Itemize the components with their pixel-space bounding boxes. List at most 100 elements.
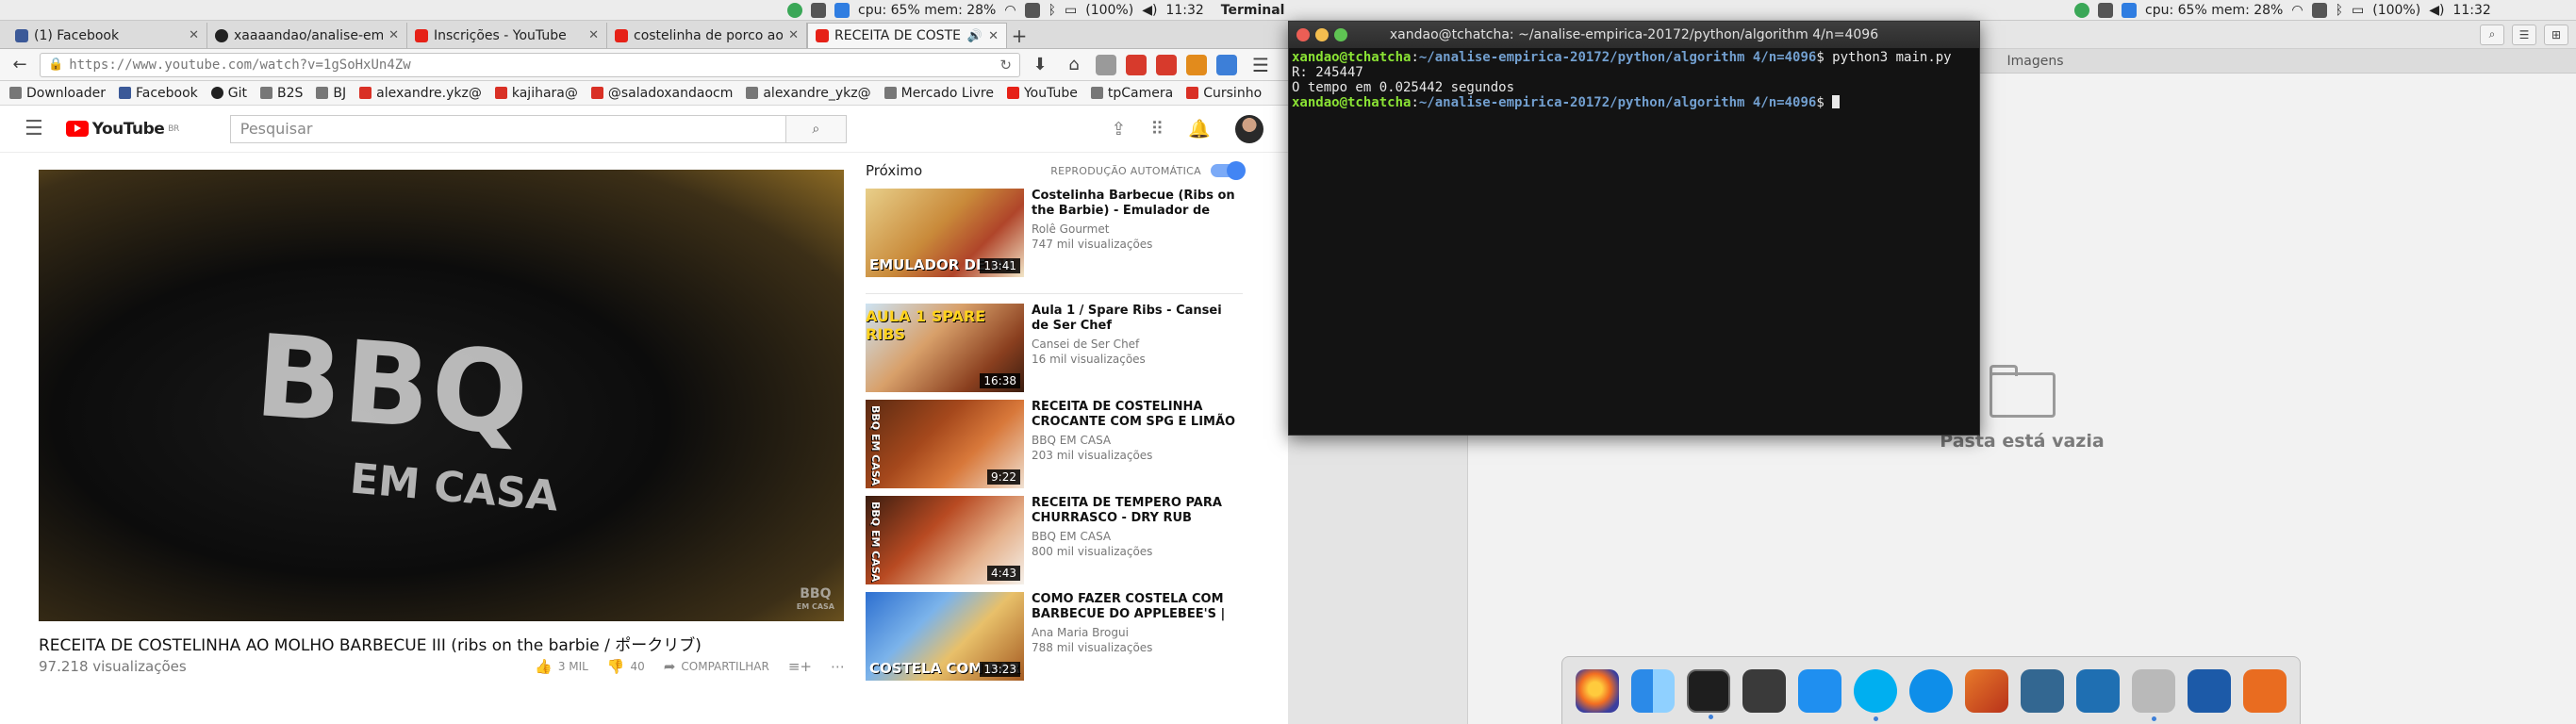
bookmark-item[interactable]: BJ: [316, 86, 346, 101]
file-manager-icon[interactable]: [2131, 668, 2175, 721]
terminal-window[interactable]: xandao@tchatcha: ~/analise-empirica-2017…: [1288, 21, 1980, 436]
dropbox-status-icon-right[interactable]: [2098, 3, 2113, 18]
active-app-name[interactable]: Terminal: [1221, 3, 1285, 18]
close-icon[interactable]: ✕: [388, 28, 399, 42]
teamviewer-status-icon[interactable]: [834, 3, 850, 18]
search-icon[interactable]: ⌕: [2480, 24, 2504, 45]
speaker-icon[interactable]: 🔊: [967, 29, 983, 43]
search-button[interactable]: ⌕: [785, 114, 847, 143]
close-icon[interactable]: ✕: [189, 28, 199, 42]
firefox-icon[interactable]: [1576, 668, 1620, 713]
recommendation-channel[interactable]: Cansei de Ser Chef: [1032, 337, 1243, 351]
wifi-icon[interactable]: ◠: [1004, 3, 1016, 18]
dislike-button[interactable]: 👎 40: [607, 658, 645, 675]
hamburger-menu-icon[interactable]: ☰: [1252, 54, 1269, 76]
teamviewer-status-icon-right[interactable]: [2122, 3, 2137, 18]
bluetooth-icon-right[interactable]: ᛒ: [2336, 3, 2343, 18]
close-window-button[interactable]: [1296, 28, 1310, 41]
more-actions-button[interactable]: ⋯: [831, 658, 845, 675]
add-to-playlist-button[interactable]: ≡+: [788, 658, 812, 675]
bookmark-item[interactable]: Cursinho: [1186, 86, 1262, 101]
browser-tab[interactable]: (1) Facebook ✕: [8, 23, 207, 48]
download-icon[interactable]: ⬇: [1028, 53, 1052, 77]
postgresql-icon[interactable]: [2020, 668, 2064, 713]
browser-tab-active[interactable]: RECEITA DE COSTEL 🔊 ✕: [807, 23, 1007, 48]
battery-icon-right[interactable]: ▭: [2352, 3, 2364, 18]
browser-tab[interactable]: Inscrições - YouTube ✕: [407, 23, 607, 48]
bookmark-item[interactable]: Downloader: [9, 86, 106, 101]
terminal-output[interactable]: xandao@tchatcha:~/analise-empirica-20172…: [1289, 48, 1979, 112]
view-list-icon[interactable]: ☰: [2512, 24, 2536, 45]
guide-menu-icon[interactable]: ☰: [25, 117, 43, 140]
autoplay-toggle[interactable]: [1211, 161, 1246, 180]
notifications-bell-icon[interactable]: 🔔: [1188, 118, 1211, 140]
recommendation-item[interactable]: EMULADOR DE OU 13:41 Costelinha Barbecue…: [866, 189, 1243, 294]
bookmark-item[interactable]: tpCamera: [1090, 86, 1173, 101]
terminal-icon[interactable]: [1687, 668, 1731, 719]
volume-icon[interactable]: ◀): [1142, 3, 1157, 18]
extension-icon[interactable]: [1096, 54, 1116, 75]
autoplay-control[interactable]: REPRODUÇÃO AUTOMÁTICA: [1050, 161, 1246, 180]
extension-icon[interactable]: [1216, 54, 1237, 75]
volume-icon-right[interactable]: ◀): [2429, 3, 2444, 18]
dropbox-status-icon[interactable]: [811, 3, 826, 18]
virtualbox-icon[interactable]: [2187, 668, 2231, 713]
bookmark-item[interactable]: kajihara@: [494, 86, 578, 101]
maximize-window-button[interactable]: [1334, 28, 1347, 41]
view-grid-icon[interactable]: ⊞: [2544, 24, 2568, 45]
video-thumbnail[interactable]: AULA 1 SPARE RIBS 16:38: [866, 304, 1024, 392]
close-icon[interactable]: ✕: [788, 28, 799, 42]
video-thumbnail[interactable]: BBQ EM CASA 4:43: [866, 496, 1024, 584]
recommendation-channel[interactable]: BBQ EM CASA: [1032, 434, 1243, 447]
video-thumbnail[interactable]: COSTELA COM BAR 13:23: [866, 592, 1024, 681]
terminal-titlebar[interactable]: xandao@tchatcha: ~/analise-empirica-2017…: [1289, 22, 1979, 48]
search-input[interactable]: Pesquisar: [229, 114, 786, 143]
new-tab-button[interactable]: +: [1007, 23, 1032, 48]
bookmark-item[interactable]: alexandre.ykz@: [359, 86, 482, 101]
youtube-logo[interactable]: YouTube BR: [65, 120, 179, 139]
recommendation-item[interactable]: AULA 1 SPARE RIBS 16:38 Aula 1 / Spare R…: [866, 304, 1243, 398]
close-icon[interactable]: ✕: [588, 28, 599, 42]
update-icon-right[interactable]: [2074, 3, 2089, 18]
reload-icon[interactable]: ↻: [999, 57, 1012, 74]
code-editor-icon[interactable]: [1742, 668, 1787, 713]
recommendation-title[interactable]: RECEITA DE COSTELINHA CROCANTE COM SPG E…: [1032, 400, 1243, 430]
video-player[interactable]: BBQ EM CASA BBQ EM CASA: [39, 170, 844, 621]
back-button[interactable]: ←: [8, 53, 32, 77]
upload-icon[interactable]: ⇪: [1111, 119, 1126, 140]
recommendation-channel[interactable]: Ana Maria Brogui: [1032, 626, 1243, 639]
bookmark-item[interactable]: YouTube: [1006, 86, 1078, 101]
recommendation-channel[interactable]: BBQ EM CASA: [1032, 530, 1243, 543]
dropbox-icon[interactable]: [1798, 668, 1842, 713]
close-icon[interactable]: ✕: [988, 29, 999, 43]
teamviewer-icon[interactable]: [1908, 668, 1953, 713]
browser-tab[interactable]: xaaaandao/analise-em ✕: [207, 23, 407, 48]
video-thumbnail[interactable]: BBQ EM CASA 9:22: [866, 400, 1024, 488]
battery-icon[interactable]: ▭: [1065, 3, 1077, 18]
share-button[interactable]: ➦ COMPARTILHAR: [664, 658, 769, 675]
wifi-icon-right[interactable]: ◠: [2291, 3, 2303, 18]
recommendation-title[interactable]: Costelinha Barbecue (Ribs on the Barbie)…: [1032, 189, 1243, 219]
extension-icon[interactable]: [1186, 54, 1207, 75]
recommendation-channel[interactable]: Rolê Gourmet: [1032, 222, 1243, 236]
bluetooth-icon[interactable]: ᛒ: [1049, 3, 1056, 18]
recommendation-item[interactable]: BBQ EM CASA 4:43 RECEITA DE TEMPERO PARA…: [866, 496, 1243, 590]
extension-icon[interactable]: [1126, 54, 1147, 75]
skype-icon[interactable]: [1854, 668, 1898, 721]
recommendation-title[interactable]: RECEITA DE TEMPERO PARA CHURRASCO - DRY …: [1032, 496, 1243, 526]
avatar[interactable]: [1235, 114, 1263, 143]
update-icon[interactable]: [787, 3, 802, 18]
url-text[interactable]: https://www.youtube.com/watch?v=1gSoHxUn…: [69, 58, 994, 73]
clock-right[interactable]: 11:32: [2452, 3, 2490, 18]
clock-left[interactable]: 11:32: [1165, 3, 1203, 18]
opera-icon[interactable]: [1156, 54, 1177, 75]
git-gui-icon[interactable]: [2242, 668, 2287, 713]
minimize-window-button[interactable]: [1315, 28, 1329, 41]
video-thumbnail[interactable]: EMULADOR DE OU 13:41: [866, 189, 1024, 277]
like-button[interactable]: 👍 3 MIL: [535, 658, 588, 675]
home-icon[interactable]: ⌂: [1062, 53, 1086, 77]
bookmark-item[interactable]: @saladoxandaocm: [590, 86, 733, 101]
matlab-icon[interactable]: [1964, 668, 2008, 713]
pt-keyboard-icon[interactable]: [1024, 3, 1040, 18]
mysql-workbench-icon[interactable]: [2075, 668, 2120, 713]
